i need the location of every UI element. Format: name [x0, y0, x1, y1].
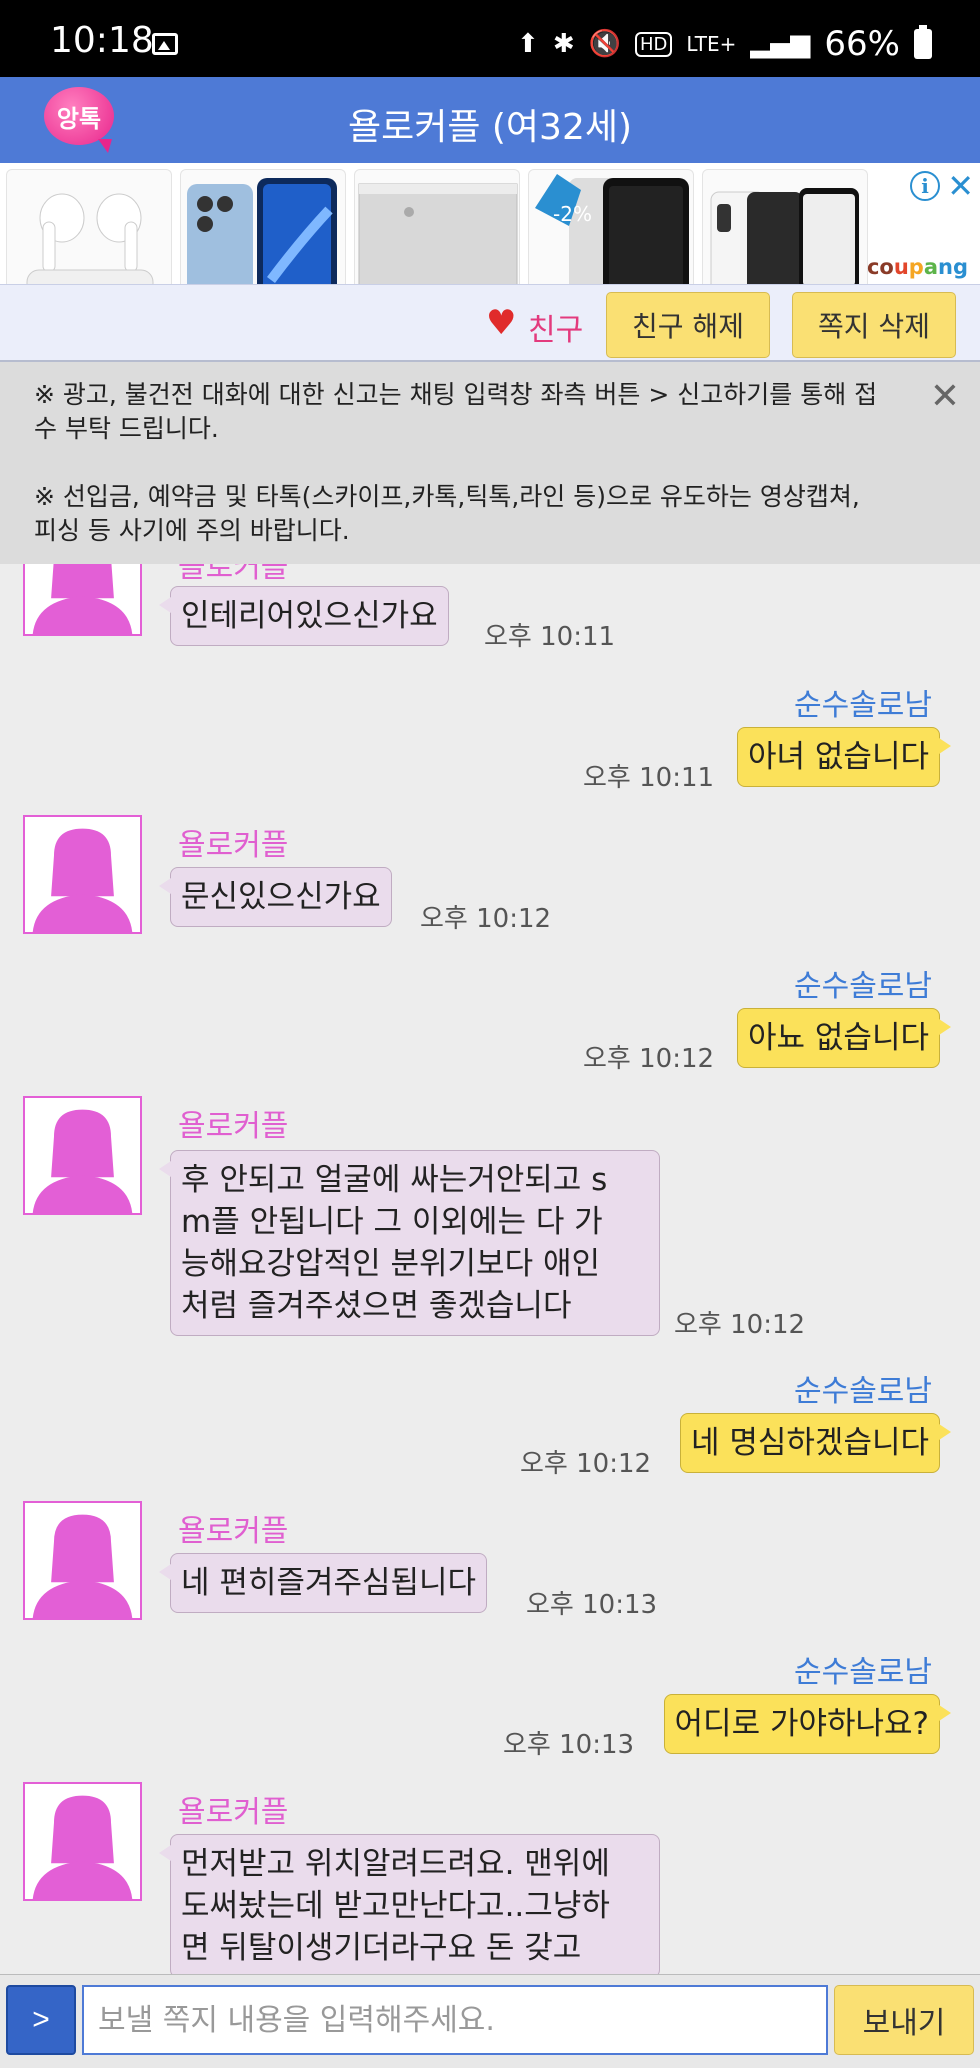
unfriend-button[interactable]: 친구 해제 [606, 292, 770, 358]
avatar[interactable] [23, 1782, 142, 1901]
message-line: 먼저받고 위치알려드려요. 맨위에 [181, 1846, 610, 1882]
message-line: 처럼 즐겨주셨으면 좋겠습니다 [181, 1288, 572, 1324]
warning-notice: ※ 광고, 불건전 대화에 대한 신고는 채팅 입력창 좌측 버튼 > 신고하기… [0, 362, 980, 564]
bluetooth-icon: ✱ [552, 29, 575, 59]
message-time: 오후 10:12 [674, 1310, 806, 1340]
message-bubble[interactable]: 아뇨 없습니다 [737, 1008, 951, 1068]
friend-bar: ♥ 친구 친구 해제 쪽지 삭제 [0, 284, 980, 362]
phone-blue-image [187, 178, 337, 284]
avatar[interactable] [23, 1096, 142, 1215]
sender-name: 욜로커플 [178, 1109, 289, 1144]
message-time: 오후 10:13 [526, 1590, 658, 1620]
heart-icon: ♥ [486, 303, 517, 343]
battery-icon [914, 25, 932, 59]
mute-icon: 🔇 [588, 29, 622, 59]
phone-white-image [535, 174, 689, 284]
avatar[interactable] [23, 1501, 142, 1620]
message-bubble[interactable]: 아녀 없습니다 [737, 727, 951, 787]
notice-fraud-text: ※ 선입금, 예약금 및 타톡(스카이프,카톡,틱톡,라인 등)으로 유도하는 … [34, 482, 860, 545]
case-image [358, 183, 518, 284]
message-bubble[interactable]: 네 명심하겠습니다 [679, 1413, 952, 1473]
avatar[interactable] [23, 564, 142, 636]
message-time: 오후 10:12 [420, 904, 552, 934]
sender-name: 욜로커플 [178, 1795, 289, 1830]
friend-status-label: 친구 [528, 313, 584, 348]
notice-report-text: ※ 광고, 불건전 대화에 대한 신고는 채팅 입력창 좌측 버튼 > 신고하기… [34, 380, 878, 443]
female-silhouette-icon [32, 564, 133, 634]
earbuds-image [26, 193, 154, 284]
signal-icon: ▂▄▆ [750, 29, 811, 59]
message-bubble[interactable]: 먼저받고 위치알려드려요. 맨위에 도써놨는데 받고만난다고..그냥하 면 뒤탈… [159, 1834, 660, 1974]
hd-icon: HD [635, 31, 673, 57]
discount-badge: -2% [553, 202, 592, 226]
ad-product-phone-white[interactable]: -2% [528, 169, 694, 284]
lte-icon: LTE+ [686, 32, 737, 56]
ad-brand-logo: coupang [866, 255, 968, 279]
upload-icon: ⬆ [517, 29, 539, 59]
chat-area[interactable]: 욜로커플 인테리어있으신가요 오후 10:11 순수솔로남 아녀 없습니다 오후… [0, 564, 980, 1974]
image-icon [152, 33, 178, 55]
ad-info-icon[interactable]: i [910, 171, 940, 201]
galaxy-image [710, 188, 859, 284]
ad-close-icon[interactable]: ✕ [947, 167, 974, 205]
sender-name: 순수솔로남 [794, 969, 932, 1004]
app-header: 앙톡 욜로커플 (여32세) [0, 77, 980, 163]
page-title: 욜로커플 (여32세) [347, 107, 633, 148]
message-time: 오후 10:12 [583, 1044, 715, 1074]
sender-name: 욜로커플 [178, 828, 289, 863]
message-time: 오후 10:13 [503, 1730, 635, 1760]
sender-name: 욜로커플 [178, 564, 289, 585]
status-icons: ⬆ ✱ 🔇 HD LTE+ ▂▄▆ 66% [517, 24, 932, 64]
sender-name: 욜로커플 [178, 1514, 289, 1549]
sender-name: 순수솔로남 [794, 1655, 932, 1690]
battery-percent: 66% [824, 24, 900, 64]
send-button[interactable]: 보내기 [834, 1985, 974, 2055]
avatar[interactable] [23, 815, 142, 934]
ad-product-earbuds[interactable] [6, 169, 172, 284]
message-line: 후 안되고 얼굴에 싸는거안되고 s [181, 1162, 608, 1198]
message-bubble[interactable]: 인테리어있으신가요 [159, 586, 449, 646]
sender-name: 순수솔로남 [794, 688, 932, 723]
message-line: 면 뒤탈이생기더라구요 돈 갖고 [181, 1930, 582, 1966]
message-line: 능해요강압적인 분위기보다 애인 [181, 1246, 600, 1282]
female-silhouette-icon [32, 1109, 133, 1213]
message-time: 오후 10:11 [583, 763, 715, 793]
ad-product-case[interactable] [354, 169, 520, 284]
status-bar: 10:18 ⬆ ✱ 🔇 HD LTE+ ▂▄▆ 66% [0, 0, 980, 77]
message-bubble[interactable]: 네 편히즐겨주심됩니다 [158, 1553, 488, 1613]
delete-messages-button[interactable]: 쪽지 삭제 [792, 292, 956, 358]
message-bubble[interactable]: 문신있으신가요 [159, 867, 392, 927]
message-bubble[interactable]: 후 안되고 얼굴에 싸는거안되고 s m플 안됩니다 그 이외에는 다 가 능해… [159, 1150, 660, 1336]
menu-toggle-button[interactable]: > [6, 1985, 76, 2055]
message-input-bar: > 보내기 [0, 1974, 980, 2068]
message-line: 도써놨는데 받고만난다고..그냥하 [181, 1888, 610, 1924]
ad-product-galaxy[interactable] [702, 169, 868, 284]
message-input[interactable] [82, 1985, 828, 2055]
female-silhouette-icon [32, 1795, 133, 1899]
message-line: m플 안됩니다 그 이외에는 다 가 [181, 1204, 603, 1240]
message-time: 오후 10:12 [520, 1449, 652, 1479]
ad-banner[interactable]: -2% i ✕ coupang [0, 163, 980, 284]
female-silhouette-icon [32, 828, 133, 932]
message-bubble[interactable]: 어디로 가야하나요? [663, 1694, 952, 1754]
message-time: 오후 10:11 [484, 622, 616, 652]
sender-name: 순수솔로남 [794, 1374, 932, 1409]
female-silhouette-icon [32, 1514, 133, 1618]
ad-product-phone-blue[interactable] [180, 169, 346, 284]
status-time: 10:18 [50, 20, 154, 61]
notice-close-icon[interactable]: ✕ [930, 379, 960, 415]
